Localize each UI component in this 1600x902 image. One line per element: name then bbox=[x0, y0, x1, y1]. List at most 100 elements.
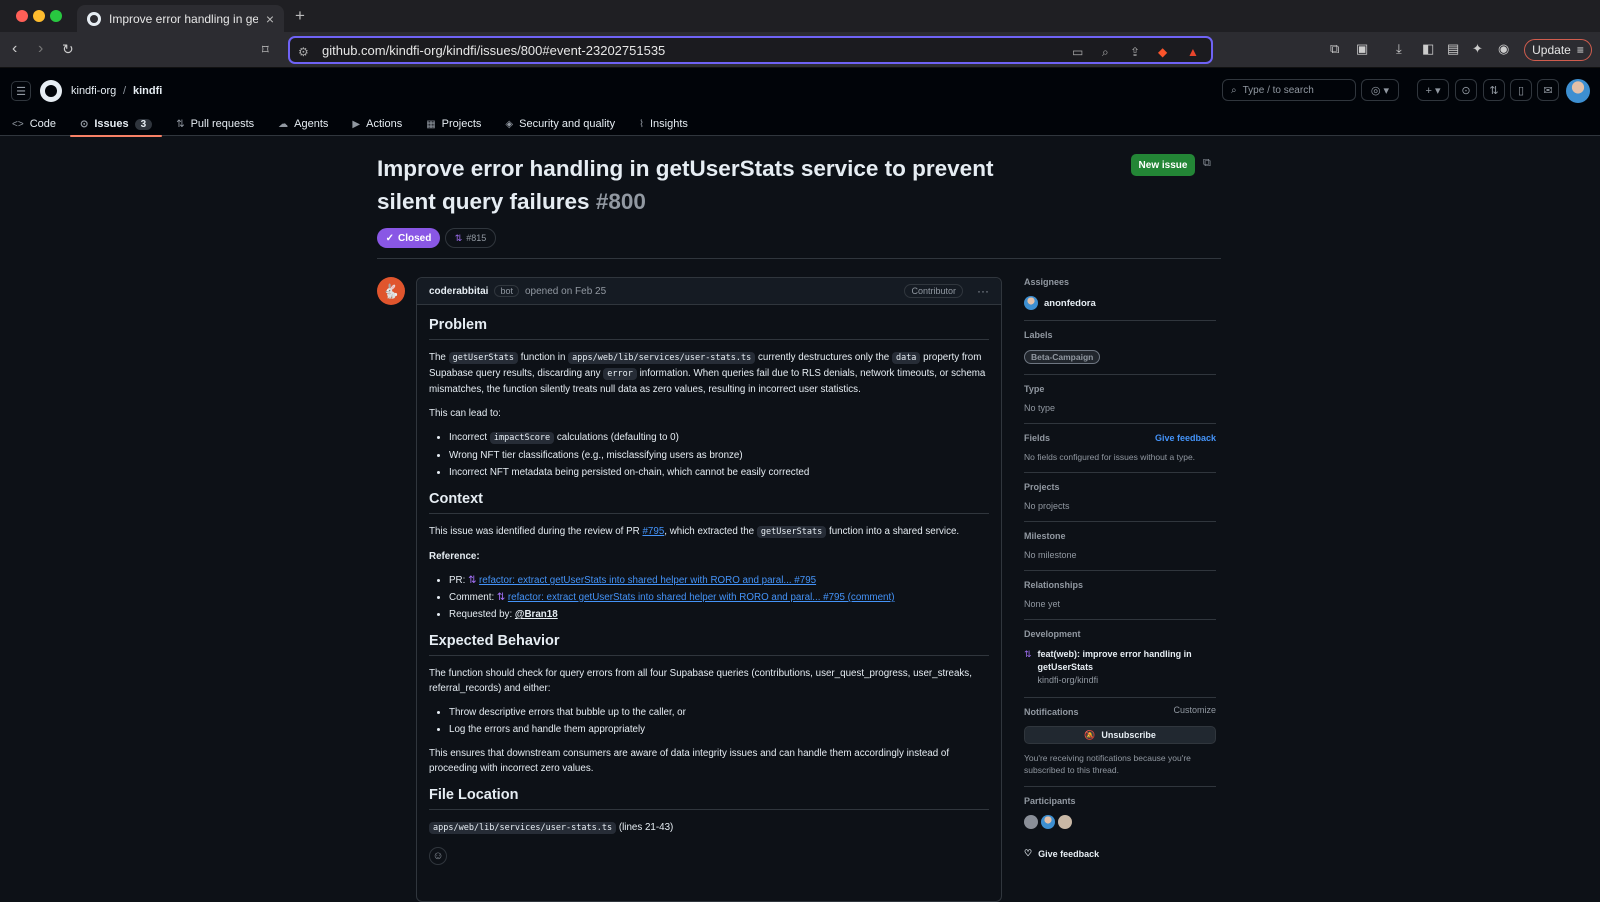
github-logo-icon[interactable] bbox=[40, 80, 62, 102]
download-icon[interactable]: ⤓ bbox=[1396, 41, 1402, 57]
repositories-button[interactable]: ▯ bbox=[1510, 79, 1532, 101]
update-button[interactable]: Update ≡ bbox=[1524, 39, 1592, 61]
assignee[interactable]: anonfedora bbox=[1024, 296, 1216, 310]
leo-ai-icon[interactable]: ✦ bbox=[1472, 41, 1483, 57]
linked-pr-badge[interactable]: ⇅ #815 bbox=[445, 228, 496, 248]
copy-link-icon[interactable]: ⧉ bbox=[1203, 157, 1211, 170]
tab-issues[interactable]: ⊙ Issues 3 bbox=[68, 112, 164, 137]
zoom-icon[interactable]: ⌕ bbox=[1102, 45, 1109, 60]
tab-insights[interactable]: ⌇ Insights bbox=[627, 112, 700, 136]
close-tab-icon[interactable]: × bbox=[266, 11, 274, 27]
avatar[interactable] bbox=[1058, 815, 1072, 829]
search-input[interactable]: ⌕ Type / to search bbox=[1222, 79, 1356, 101]
tab-search-icon[interactable]: ▣ bbox=[1356, 41, 1368, 57]
tab-agents[interactable]: ☁ Agents bbox=[266, 112, 340, 136]
vpn-icon[interactable]: ◉ bbox=[1498, 41, 1509, 57]
bell-slash-icon: 🔕 bbox=[1084, 729, 1096, 740]
relationships-value: None yet bbox=[1024, 599, 1061, 609]
tab-actions[interactable]: ▶ Actions bbox=[340, 112, 414, 136]
minimize-window-button[interactable] bbox=[33, 10, 45, 22]
new-tab-icon[interactable]: + bbox=[295, 6, 305, 26]
tab-code[interactable]: <> Code bbox=[0, 112, 68, 136]
type-title[interactable]: Type bbox=[1024, 384, 1216, 394]
pr-795-link[interactable]: #795 bbox=[642, 526, 664, 537]
give-feedback-link[interactable]: ♡ Give feedback bbox=[1024, 848, 1216, 859]
site-settings-icon[interactable]: ⚙ bbox=[298, 45, 309, 59]
more-options-icon[interactable]: ··· bbox=[977, 284, 989, 298]
inbox-icon: ✉ bbox=[1543, 84, 1553, 97]
comment-body: Problem The getUserStats function in app… bbox=[417, 305, 1001, 836]
hamburger-menu-icon[interactable]: ☰ bbox=[11, 81, 31, 101]
list-item: Log the errors and handle them appropria… bbox=[449, 722, 989, 737]
sidebar-icon[interactable]: ◧ bbox=[1422, 41, 1434, 57]
forward-icon[interactable]: › bbox=[38, 40, 43, 58]
add-reaction-icon[interactable]: ☺ bbox=[429, 847, 447, 865]
back-icon[interactable]: ‹ bbox=[12, 40, 17, 58]
brave-rewards-icon[interactable]: ▲ bbox=[1187, 45, 1199, 59]
expected-list: Throw descriptive errors that bubble up … bbox=[449, 705, 989, 737]
linked-pr-title[interactable]: feat(web): improve error handling in get… bbox=[1038, 648, 1216, 674]
copilot-icon: ◎ ▾ bbox=[1370, 84, 1390, 97]
new-issue-button[interactable]: New issue bbox=[1131, 154, 1195, 176]
milestone-title[interactable]: Milestone bbox=[1024, 531, 1216, 541]
browser-tab[interactable]: Improve error handling in getU × bbox=[77, 5, 284, 32]
assignees-title[interactable]: Assignees bbox=[1024, 277, 1216, 287]
copilot-button[interactable]: ◎ ▾ bbox=[1361, 79, 1399, 101]
expected-heading: Expected Behavior bbox=[429, 631, 989, 656]
status-badge-label: Closed bbox=[398, 232, 432, 244]
context-heading: Context bbox=[429, 489, 989, 514]
avatar[interactable] bbox=[1024, 815, 1038, 829]
cast-icon[interactable]: ▭ bbox=[1072, 45, 1083, 59]
tab-security[interactable]: ◈ Security and quality bbox=[493, 112, 627, 136]
comment-header: coderabbitai bot opened on Feb 25 Contri… bbox=[417, 278, 1001, 305]
share-icon[interactable]: ⇪ bbox=[1130, 45, 1140, 59]
ref-comment-link[interactable]: refactor: extract getUserStats into shar… bbox=[508, 592, 895, 603]
issues-button[interactable]: ⊙ bbox=[1455, 79, 1477, 101]
expected-paragraph: The function should check for query erro… bbox=[429, 668, 972, 694]
fields-feedback-link[interactable]: Give feedback bbox=[1155, 433, 1216, 443]
wallet-icon[interactable]: ▤ bbox=[1447, 41, 1459, 57]
inbox-button[interactable]: ✉ bbox=[1537, 79, 1559, 101]
reload-icon[interactable]: ↻ bbox=[62, 41, 74, 58]
ref-pr-link[interactable]: refactor: extract getUserStats into shar… bbox=[479, 575, 816, 586]
code-icon: <> bbox=[12, 118, 24, 130]
problem-heading: Problem bbox=[429, 315, 989, 340]
unsubscribe-button[interactable]: 🔕 Unsubscribe bbox=[1024, 726, 1216, 744]
bookmark-icon[interactable]: ⌑ bbox=[262, 42, 269, 58]
relationships-title[interactable]: Relationships bbox=[1024, 580, 1216, 590]
bot-tag: bot bbox=[494, 285, 519, 297]
play-icon: ▶ bbox=[352, 118, 361, 130]
user-avatar[interactable] bbox=[1566, 79, 1590, 103]
development-title[interactable]: Development bbox=[1024, 629, 1216, 639]
customize-link[interactable]: Customize bbox=[1173, 705, 1216, 715]
maximize-window-button[interactable] bbox=[50, 10, 62, 22]
heart-icon: ♡ bbox=[1024, 848, 1033, 858]
plus-icon: + ▾ bbox=[1425, 84, 1441, 97]
pull-request-icon: ⇅ bbox=[468, 575, 477, 586]
create-new-button[interactable]: + ▾ bbox=[1417, 79, 1449, 101]
labels-title[interactable]: Labels bbox=[1024, 330, 1216, 340]
projects-title[interactable]: Projects bbox=[1024, 482, 1216, 492]
comment-author[interactable]: coderabbitai bbox=[429, 286, 488, 297]
address-bar[interactable]: ⚙ github.com/kindfi-org/kindfi/issues/80… bbox=[288, 36, 1213, 64]
linked-pr[interactable]: ⇅ feat(web): improve error handling in g… bbox=[1024, 648, 1216, 687]
close-window-button[interactable] bbox=[16, 10, 28, 22]
projects-value: No projects bbox=[1024, 501, 1070, 511]
label-pill[interactable]: Beta-Campaign bbox=[1024, 350, 1101, 364]
mention-link[interactable]: @Bran18 bbox=[515, 609, 558, 620]
type-section: Type No type bbox=[1024, 384, 1216, 424]
tab-title: Improve error handling in getU bbox=[109, 11, 258, 26]
avatar[interactable] bbox=[1041, 815, 1055, 829]
avatar[interactable]: 🐇 bbox=[377, 277, 405, 305]
list-item: Wrong NFT tier classifications (e.g., mi… bbox=[449, 448, 989, 463]
fields-value: No fields configured for issues without … bbox=[1024, 452, 1196, 462]
breadcrumb-org[interactable]: kindfi-org bbox=[71, 85, 116, 97]
contributor-badge: Contributor bbox=[904, 284, 963, 298]
extensions-icon[interactable]: ⧉ bbox=[1330, 41, 1339, 57]
tab-projects[interactable]: ▦ Projects bbox=[414, 112, 493, 136]
tab-pull-requests[interactable]: ⇅ Pull requests bbox=[164, 112, 266, 136]
pull-requests-button[interactable]: ⇅ bbox=[1483, 79, 1505, 101]
brave-shield-icon[interactable]: ◆ bbox=[1158, 45, 1167, 59]
breadcrumb-repo[interactable]: kindfi bbox=[133, 85, 162, 97]
participants-list bbox=[1024, 815, 1216, 829]
